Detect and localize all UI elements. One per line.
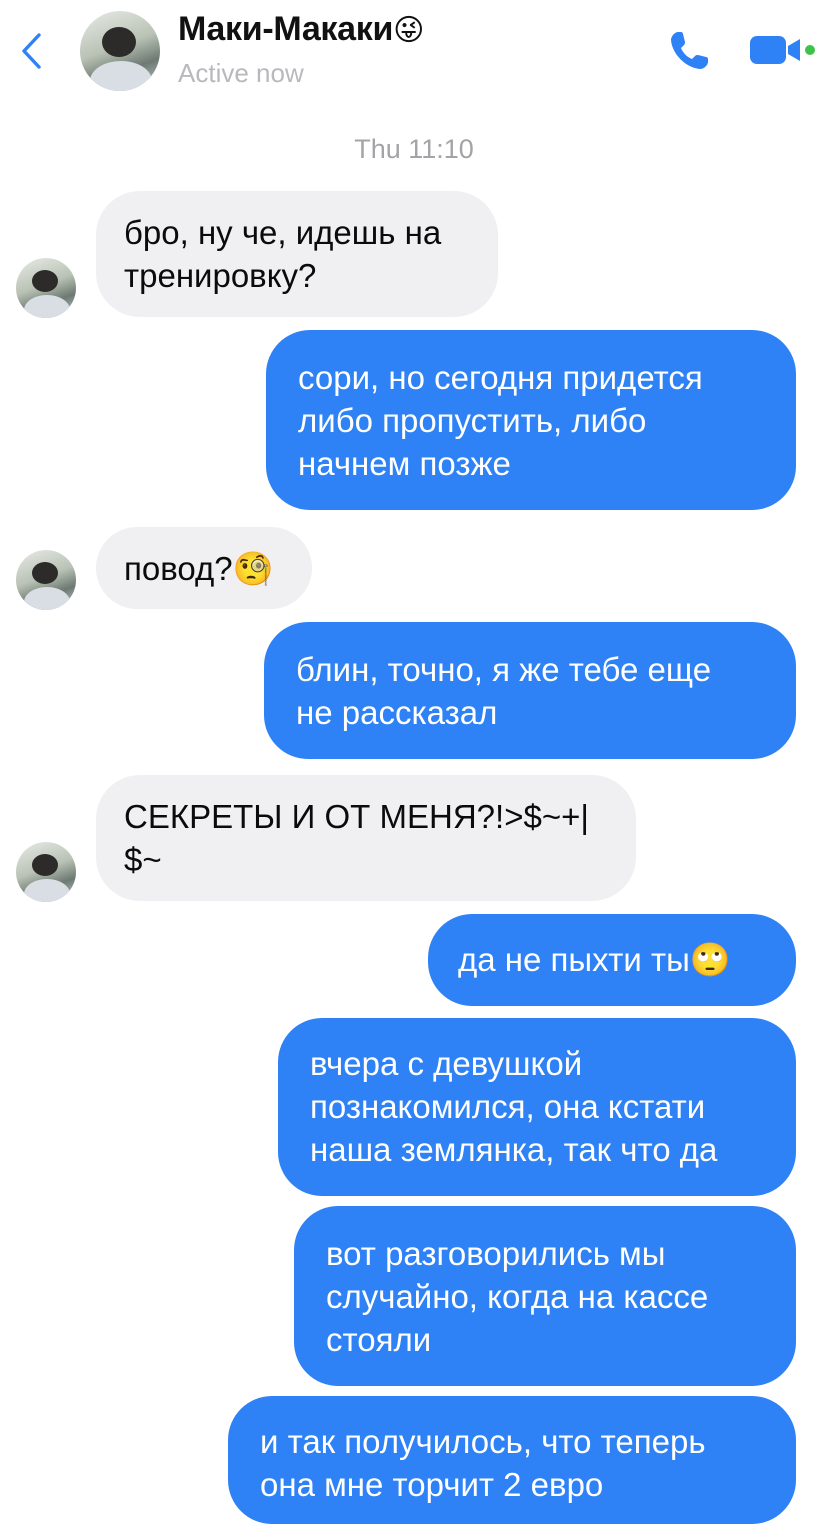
avatar-hair: [32, 270, 58, 292]
avatar-shirt: [90, 61, 152, 91]
chat-screen: Маки-Макаки😜 Active now Thu 11:10 бро, н…: [0, 0, 828, 1528]
message-bubble-outgoing[interactable]: блин, точно, я же тебе еще не рассказал: [264, 622, 796, 759]
avatar-shirt: [24, 295, 70, 318]
avatar-shirt: [24, 879, 70, 902]
active-dot: [805, 45, 815, 55]
message-bubble-outgoing[interactable]: да не пыхти ты🙄: [428, 914, 796, 1006]
sender-avatar: [16, 550, 76, 610]
active-status: Active now: [178, 58, 304, 88]
avatar-hair: [102, 27, 136, 57]
message-bubble-outgoing[interactable]: сори, но сегодня придется либо пропустит…: [266, 330, 796, 510]
sender-avatar: [16, 258, 76, 318]
back-button[interactable]: [14, 30, 48, 72]
avatar-shirt: [24, 587, 70, 610]
message-timestamp: Thu 11:10: [354, 134, 474, 164]
avatar-hair: [32, 562, 58, 584]
message-bubble-outgoing[interactable]: и так получилось, что теперь она мне тор…: [228, 1396, 796, 1524]
sender-avatar: [16, 842, 76, 902]
contact-avatar[interactable]: [80, 11, 160, 91]
message-bubble-incoming[interactable]: бро, ну че, идешь на тренировку?: [96, 191, 498, 317]
video-camera-icon: [750, 36, 815, 64]
video-call-button[interactable]: [748, 32, 818, 68]
contact-name[interactable]: Маки-Макаки😜: [178, 10, 424, 49]
contact-name-text: Маки-Макаки: [178, 10, 394, 48]
phone-icon: [671, 32, 708, 69]
message-bubble-outgoing[interactable]: вот разговорились мы случайно, когда на …: [294, 1206, 796, 1386]
message-bubble-outgoing[interactable]: вчера с девушкой познакомился, она кстат…: [278, 1018, 796, 1196]
winking-tongue-emoji: 😜: [393, 14, 425, 47]
avatar-hair: [32, 854, 58, 876]
message-bubble-incoming[interactable]: повод?🧐: [96, 527, 312, 609]
message-bubble-incoming[interactable]: СЕКРЕТЫ И ОТ МЕНЯ?!>$~+| $~: [96, 775, 636, 901]
chevron-left-icon: [22, 33, 41, 69]
call-button[interactable]: [666, 28, 712, 74]
